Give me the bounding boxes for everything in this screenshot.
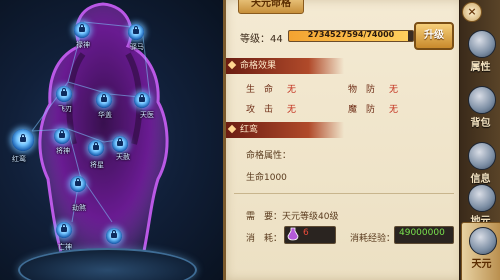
node-label: 华盖 <box>98 111 112 119</box>
effect-row: 魔 防无 <box>348 102 398 115</box>
section-effects-label: 命格效果 <box>240 61 277 71</box>
sidebar-item-label: 属性 <box>470 62 491 73</box>
lock-icon <box>61 88 67 96</box>
character-silhouette <box>31 2 169 271</box>
node-jiesha[interactable] <box>70 176 86 192</box>
panel-title: 天元命格 <box>238 0 304 14</box>
cost-item-box[interactable]: 6 <box>284 226 336 244</box>
side-menu: 属性 背包 信息 地元 天元 <box>459 0 500 280</box>
diamond-icon <box>227 60 237 70</box>
property-value: 生命1000 <box>246 173 287 183</box>
diamond-icon <box>227 124 237 134</box>
effect-value: 无 <box>287 85 297 95</box>
node-tianyi[interactable] <box>134 92 150 108</box>
node-label: 天医 <box>140 111 154 119</box>
game-screen: 禄神 驿马 飞刃 华盖 天医 红鸾 将神 将星 天赦 劫煞 亡神 灾煞 白虎 天… <box>0 0 500 280</box>
level-label: 等级：44 <box>240 34 283 45</box>
earth-element-icon <box>468 184 496 212</box>
effect-name: 物 防 <box>348 85 376 95</box>
lock-icon <box>111 230 117 238</box>
node-huagai[interactable] <box>96 92 112 108</box>
node-lushen[interactable] <box>74 22 90 38</box>
node-label: 红鸾 <box>12 155 26 163</box>
exp-progress-text: 2734527594/74000 <box>307 30 395 39</box>
sidebar-item-bag[interactable]: 背包 <box>461 82 500 140</box>
exp-progress-bar: 2734527594/74000 <box>288 30 414 42</box>
section-selected-header: 红鸾 <box>226 122 344 138</box>
sidebar-item-heaven[interactable]: 天元 <box>461 222 500 280</box>
effect-row: 攻 击无 <box>246 102 296 115</box>
node-label: 将神 <box>56 147 70 155</box>
effect-value: 无 <box>389 85 399 95</box>
node-feiren[interactable] <box>56 86 72 102</box>
node-label: 驿马 <box>130 43 144 51</box>
node-label: 将星 <box>90 161 104 169</box>
sidebar-item-attribute[interactable]: 属性 <box>461 26 500 84</box>
lock-icon <box>117 138 123 146</box>
bag-icon <box>468 86 496 114</box>
exp-cost-label: 消耗经验： <box>350 234 396 244</box>
node-label: 天赦 <box>116 153 130 161</box>
cost-label: 消 耗： <box>246 234 283 244</box>
effect-name: 攻 击 <box>246 105 274 115</box>
cost-count: 6 <box>303 228 309 238</box>
close-button[interactable]: × <box>462 2 482 22</box>
node-tianshe[interactable] <box>112 136 128 152</box>
potion-icon <box>287 227 299 241</box>
lock-icon <box>75 178 81 186</box>
lock-icon <box>59 130 65 138</box>
exp-cost-value: 49000000 <box>399 228 445 238</box>
node-wangshen[interactable] <box>56 222 72 238</box>
node-label: 飞刃 <box>58 105 72 113</box>
constellation-scene: 禄神 驿马 飞刃 华盖 天医 红鸾 将神 将星 天赦 劫煞 亡神 灾煞 白虎 <box>0 0 225 280</box>
effect-value: 无 <box>389 105 399 115</box>
attribute-icon <box>468 30 496 58</box>
exp-cost-box: 49000000 <box>394 226 454 244</box>
panel-divider <box>234 193 454 194</box>
lock-icon <box>61 224 67 232</box>
property-title: 命格属性： <box>246 151 292 161</box>
node-label: 禄神 <box>76 41 90 49</box>
sidebar-item-label: 背包 <box>470 118 491 129</box>
lock-icon <box>20 134 26 142</box>
node-yima[interactable] <box>128 24 144 40</box>
node-jiangshen[interactable] <box>54 128 70 144</box>
lock-icon <box>79 24 85 32</box>
effect-row: 物 防无 <box>348 82 398 95</box>
upgrade-button[interactable]: 升级 <box>414 22 454 50</box>
effect-name: 生 命 <box>246 85 274 95</box>
node-zaisha[interactable] <box>106 228 122 244</box>
info-icon <box>468 142 496 170</box>
node-jiangxing[interactable] <box>88 140 104 156</box>
heaven-element-icon <box>469 227 497 255</box>
lock-icon <box>139 94 145 102</box>
sidebar-item-label: 天元 <box>471 259 492 270</box>
node-hongluan[interactable] <box>12 129 34 151</box>
lock-icon <box>93 142 99 150</box>
section-effects-header: 命格效果 <box>226 58 344 74</box>
lock-icon <box>133 26 139 34</box>
fate-panel: 天元命格 等级：44 2734527594/74000 升级 命格效果 生 命无… <box>223 0 462 280</box>
node-label: 劫煞 <box>72 204 86 212</box>
lock-icon <box>101 94 107 102</box>
effect-name: 魔 防 <box>348 105 376 115</box>
effect-row: 生 命无 <box>246 82 296 95</box>
effect-value: 无 <box>287 105 297 115</box>
requirement-text: 需 要：天元等级40级 <box>246 212 339 222</box>
section-selected-label: 红鸾 <box>240 125 259 135</box>
